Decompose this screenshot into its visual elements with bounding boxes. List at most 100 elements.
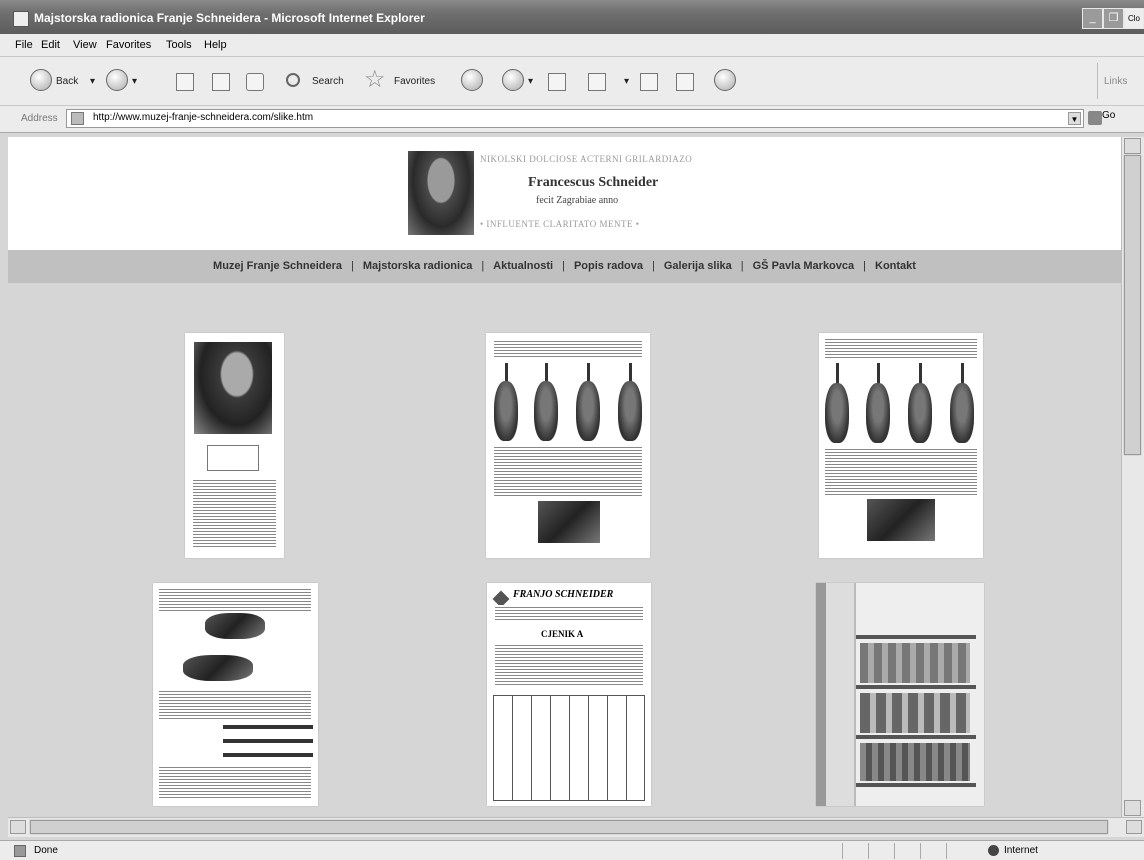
menu-edit[interactable]: Edit [41,39,60,51]
gallery-thumb-violin-catalog-1[interactable] [486,333,650,558]
history-button[interactable] [461,69,485,95]
catalog-body-text [825,447,977,497]
scroll-down-icon[interactable] [1124,800,1141,816]
forward-arrow-icon [106,69,128,91]
catalog-photo [867,499,935,541]
print-icon [548,73,566,91]
done-page-icon [14,845,26,857]
status-divider [920,843,921,859]
gallery-thumb-workshop[interactable] [816,583,984,806]
scroll-right-icon[interactable] [1126,820,1142,834]
stop-icon [176,73,194,91]
status-divider [894,843,895,859]
shelf-board [856,685,976,689]
violin-case-image [205,613,265,639]
close-button[interactable]: Clo [1124,8,1144,29]
links-label[interactable]: Links [1104,69,1127,95]
forward-button[interactable]: ▾ [106,69,142,95]
shelf-items [860,693,970,733]
edit-dropdown-icon: ▾ [624,76,630,87]
security-zone: Internet [1004,845,1038,856]
vertical-scrollbar[interactable] [1121,137,1144,817]
research-icon [676,73,694,91]
home-icon [246,73,264,91]
site-logo[interactable]: NIKOLSKI DOLCIOSE ACTERNI GRILARDIAZO Fr… [408,151,748,235]
nav-separator: | [562,260,565,272]
search-button[interactable]: Search [286,69,356,95]
favorites-label: Favorites [394,76,436,87]
main-navigation: Muzej Franje Schneidera | Majstorska radio… [8,250,1121,283]
status-divider [946,843,947,859]
menu-tools[interactable]: Tools [166,39,192,51]
catalog-footer-text [159,765,311,799]
edit-button[interactable]: ▾ [588,69,632,95]
menu-view[interactable]: View [73,39,97,51]
window-titlebar[interactable]: Majstorska radionica Franje Schneidera -… [0,0,1144,34]
print-button[interactable] [548,69,574,95]
nav-separator: | [481,260,485,272]
horizontal-scroll-thumb[interactable] [30,820,1108,834]
messenger-button[interactable] [714,69,740,95]
violin-image [908,383,932,443]
window-title: Majstorska radionica Franje Schneidera -… [34,11,425,25]
history-icon [461,69,483,91]
research-button[interactable] [676,69,702,95]
mail-button[interactable]: ▾ [502,69,542,95]
restore-button[interactable]: ❐ [1103,8,1124,29]
nav-galerija[interactable]: Galerija slika [664,260,732,272]
violin-image [576,381,600,441]
mail-icon [502,69,524,91]
catalog-header-text [494,339,642,359]
mail-dropdown-icon: ▾ [528,76,534,87]
close-tooltip: Clo [1127,14,1140,23]
globe-icon [988,845,999,856]
menu-file[interactable]: File [15,39,33,51]
bow-image [223,753,313,757]
bow-image [223,739,313,743]
search-label: Search [312,76,344,87]
logo-seal-top: NIKOLSKI DOLCIOSE ACTERNI GRILARDIAZO [480,154,693,164]
gallery-thumb-portrait[interactable] [185,333,284,558]
gallery-thumb-violin-catalog-2[interactable] [819,333,983,558]
nav-radionica[interactable]: Majstorska radionica [363,260,472,272]
go-button[interactable]: Go [1102,110,1115,121]
catalog-body-text [159,689,311,719]
violin-side-image [183,655,253,681]
violin-image [950,383,974,443]
scroll-left-icon[interactable] [10,820,26,834]
messenger-icon [714,69,736,91]
page-icon [71,112,84,125]
nav-separator: | [652,260,655,272]
minimize-button[interactable]: _ [1082,8,1103,29]
violin-image [825,383,849,443]
scroll-up-icon[interactable] [1124,138,1141,154]
price-table [493,695,645,801]
stop-button[interactable] [176,69,198,95]
menu-help[interactable]: Help [204,39,227,51]
menu-favorites[interactable]: Favorites [106,39,151,51]
nav-aktualnosti[interactable]: Aktualnosti [493,260,553,272]
nav-muzej[interactable]: Muzej Franje Schneidera [213,260,342,272]
nav-separator: | [351,260,354,272]
shelf-items [860,643,970,683]
horizontal-scrollbar[interactable] [8,817,1144,837]
gallery-thumb-bow-catalog[interactable] [153,583,318,806]
nav-popis-radova[interactable]: Popis radova [574,260,643,272]
page-viewport: NIKOLSKI DOLCIOSE ACTERNI GRILARDIAZO Fr… [8,137,1121,817]
portrait-photo [194,342,272,434]
address-dropdown-icon[interactable]: ▼ [1068,112,1081,125]
go-arrow-icon[interactable] [1088,111,1102,125]
nav-kontakt[interactable]: Kontakt [875,260,916,272]
favorites-button[interactable]: ☆ Favorites [364,67,452,95]
refresh-button[interactable] [212,69,234,95]
back-button[interactable]: Back ▾ [30,69,118,95]
refresh-icon [212,73,230,91]
nav-gs-markovca[interactable]: GŠ Pavla Markovca [753,260,855,272]
gallery-thumb-price-list[interactable]: FRANJO SCHNEIDER CJENIK A [487,583,651,806]
address-input[interactable]: http://www.muzej-franje-schneidera.com/s… [66,109,1084,128]
home-button[interactable] [246,69,272,95]
address-url: http://www.muzej-franje-schneidera.com/s… [93,112,314,123]
site-header: NIKOLSKI DOLCIOSE ACTERNI GRILARDIAZO Fr… [8,137,1121,250]
discuss-button[interactable] [640,69,664,95]
vertical-scroll-thumb[interactable] [1124,155,1141,455]
